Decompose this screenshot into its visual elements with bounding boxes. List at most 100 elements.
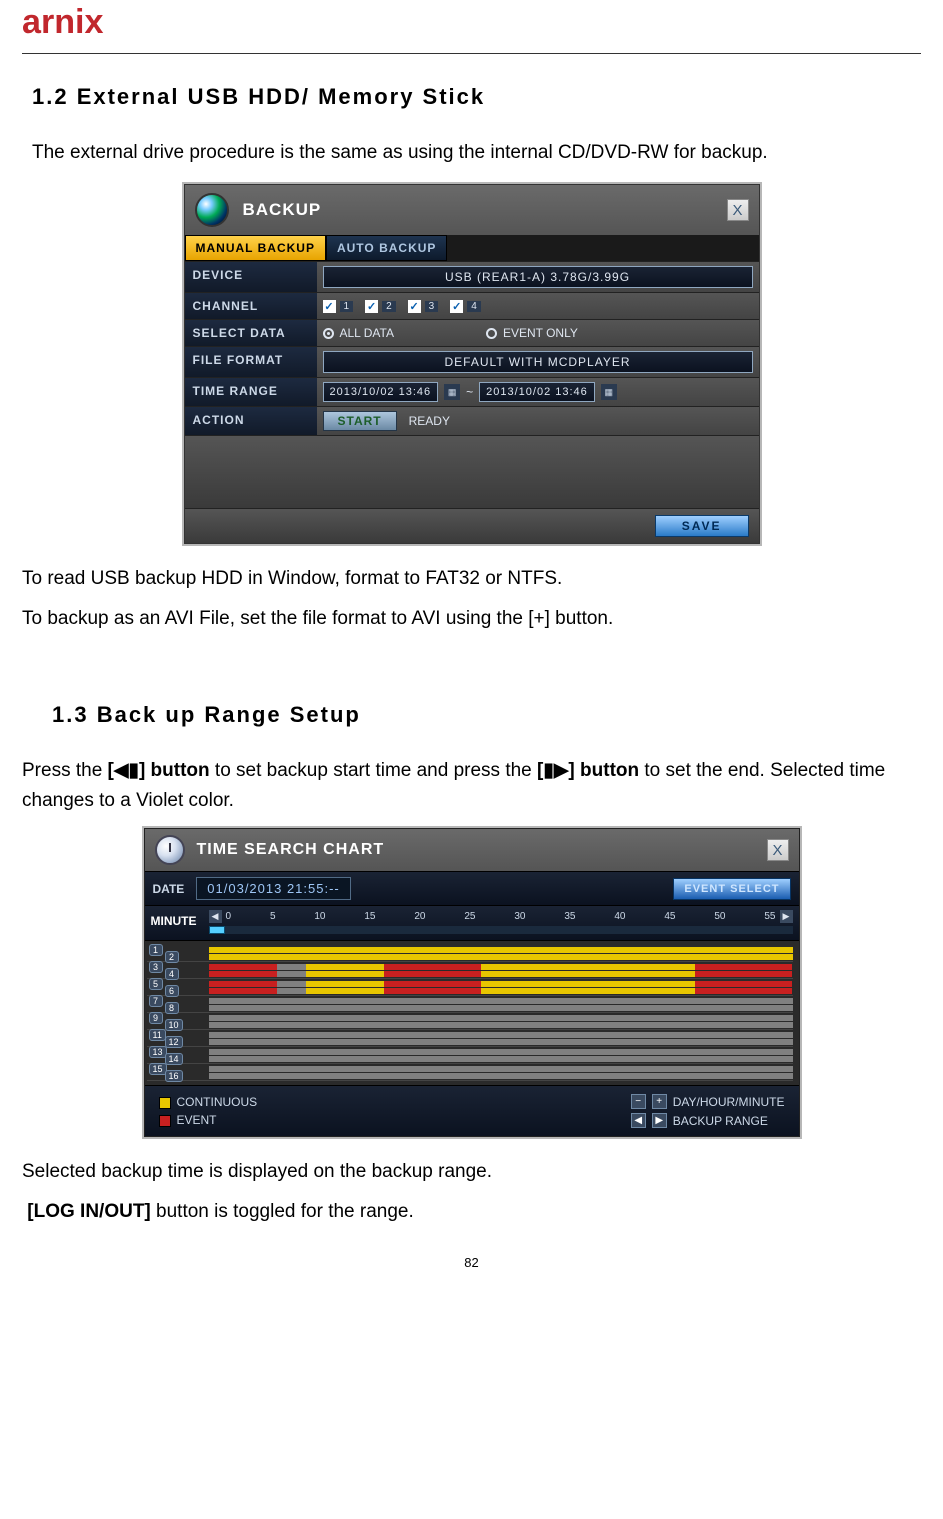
track-row <box>209 1064 793 1081</box>
channel-pair: 56 <box>147 979 209 996</box>
channel-label: 7 <box>149 995 163 1007</box>
channel-label: 13 <box>149 1046 167 1058</box>
close-icon[interactable]: X <box>727 199 749 221</box>
divider <box>22 53 921 54</box>
segment-gap <box>209 1049 793 1055</box>
backup-dialog-titlebar: BACKUP X <box>185 185 759 235</box>
file-format-dropdown[interactable]: DEFAULT WITH MCDPLAYER <box>323 351 753 373</box>
segment-gap <box>209 1032 793 1038</box>
segment-event <box>209 964 277 970</box>
action-ready: READY <box>409 414 450 428</box>
logo: arnix <box>22 0 921 53</box>
disc-icon <box>195 193 229 227</box>
channel-pair: 78 <box>147 996 209 1013</box>
radio-event-only[interactable]: EVENT ONLY <box>486 326 578 340</box>
segment-gap <box>209 1056 793 1062</box>
segment-event <box>695 981 792 987</box>
segment-gap <box>277 988 306 994</box>
right-arrow-button-ref: [▮▶] button <box>537 760 639 781</box>
backup-dialog: BACKUP X MANUAL BACKUP AUTO BACKUP DEVIC… <box>182 182 762 546</box>
chart-area: 12345678910111213141516 <box>145 941 799 1085</box>
section-heading-1-2: 1.2 External USB HDD/ Memory Stick <box>32 84 921 110</box>
segment-event <box>209 988 277 994</box>
device-dropdown[interactable]: USB (REAR1-A) 3.78G/3.99G <box>323 266 753 288</box>
segment-continuous <box>306 971 384 977</box>
tail-text-1: Selected backup time is displayed on the… <box>22 1157 921 1187</box>
channel-check-1[interactable]: ✓1 <box>323 300 354 313</box>
intro-text: The external drive procedure is the same… <box>32 138 921 168</box>
segment-continuous <box>481 988 695 994</box>
tab-auto-backup[interactable]: AUTO BACKUP <box>326 235 447 261</box>
segment-continuous <box>306 981 384 987</box>
minute-cursor[interactable] <box>209 926 225 934</box>
segment-continuous <box>209 947 793 953</box>
page-number: 82 <box>22 1255 921 1270</box>
segment-event <box>695 964 792 970</box>
calendar-icon[interactable]: ▦ <box>601 384 617 400</box>
segment-gap <box>209 1005 793 1011</box>
segment-continuous <box>481 971 695 977</box>
segment-event <box>209 981 277 987</box>
scroll-right-icon[interactable]: ▶ <box>780 910 793 923</box>
logo-text: arnix <box>22 3 103 41</box>
time-to[interactable]: 2013/10/02 13:46 <box>479 382 595 402</box>
time-from[interactable]: 2013/10/02 13:46 <box>323 382 439 402</box>
tab-manual-backup[interactable]: MANUAL BACKUP <box>185 235 326 261</box>
segment-event <box>384 964 481 970</box>
row-label-device: DEVICE <box>185 262 317 292</box>
row-label-time-range: TIME RANGE <box>185 378 317 406</box>
note-avi: To backup as an AVI File, set the file f… <box>22 604 921 634</box>
save-button[interactable]: SAVE <box>655 515 749 537</box>
left-arrow-button-ref: [◀▮] button <box>108 760 210 781</box>
channel-check-4[interactable]: ✓4 <box>450 300 481 313</box>
minute-cursor-bar[interactable] <box>209 926 793 934</box>
segment-event <box>695 988 792 994</box>
segment-event <box>695 971 792 977</box>
range-left-icon[interactable]: ◀ <box>631 1113 646 1128</box>
backup-dialog-title: BACKUP <box>243 200 322 220</box>
channel-label: 3 <box>149 961 163 973</box>
track-row <box>209 945 793 962</box>
timesearch-title: TIME SEARCH CHART <box>197 841 385 859</box>
channel-pair: 1314 <box>147 1047 209 1064</box>
section-heading-1-3: 1.3 Back up Range Setup <box>52 702 921 728</box>
legend-left: CONTINUOUS EVENT <box>159 1095 258 1127</box>
tail-text-2: [LOG IN/OUT] button is toggled for the r… <box>22 1197 921 1227</box>
calendar-icon[interactable]: ▦ <box>444 384 460 400</box>
segment-continuous <box>209 954 793 960</box>
timesearch-dialog: TIME SEARCH CHART X DATE 01/03/2013 21:5… <box>142 826 802 1139</box>
channel-label: 1 <box>149 944 163 956</box>
channel-check-2[interactable]: ✓2 <box>365 300 396 313</box>
scroll-left-icon[interactable]: ◀ <box>209 910 222 923</box>
channel-labels: 12345678910111213141516 <box>147 945 209 1081</box>
track-row <box>209 1047 793 1064</box>
segment-gap <box>277 964 306 970</box>
close-icon[interactable]: X <box>767 839 789 861</box>
segment-gap <box>209 1039 793 1045</box>
timesearch-titlebar: TIME SEARCH CHART X <box>145 829 799 871</box>
track-row <box>209 979 793 996</box>
track-row <box>209 996 793 1013</box>
segment-gap <box>277 981 306 987</box>
segment-event <box>209 971 277 977</box>
segment-continuous <box>306 964 384 970</box>
range-right-icon[interactable]: ▶ <box>652 1113 667 1128</box>
segment-gap <box>209 1022 793 1028</box>
track-row <box>209 962 793 979</box>
channel-check-3[interactable]: ✓3 <box>408 300 439 313</box>
channel-tracks <box>209 945 793 1081</box>
plus-icon[interactable]: + <box>652 1094 667 1109</box>
segment-gap <box>209 1015 793 1021</box>
note-fat32: To read USB backup HDD in Window, format… <box>22 564 921 594</box>
minute-label: MINUTE <box>145 906 207 940</box>
start-button[interactable]: START <box>323 411 397 431</box>
minute-ticks: 0 5 10 15 20 25 30 35 40 45 50 55 <box>226 911 776 922</box>
event-select-button[interactable]: EVENT SELECT <box>673 878 790 900</box>
radio-all-data[interactable]: ALL DATA <box>323 326 394 340</box>
channel-label: 16 <box>165 1070 183 1082</box>
log-in-out-ref: [LOG IN/OUT] <box>27 1201 150 1222</box>
segment-gap <box>209 998 793 1004</box>
date-field[interactable]: 01/03/2013 21:55:-- <box>196 877 350 900</box>
segment-event <box>384 971 481 977</box>
minus-icon[interactable]: − <box>631 1094 646 1109</box>
